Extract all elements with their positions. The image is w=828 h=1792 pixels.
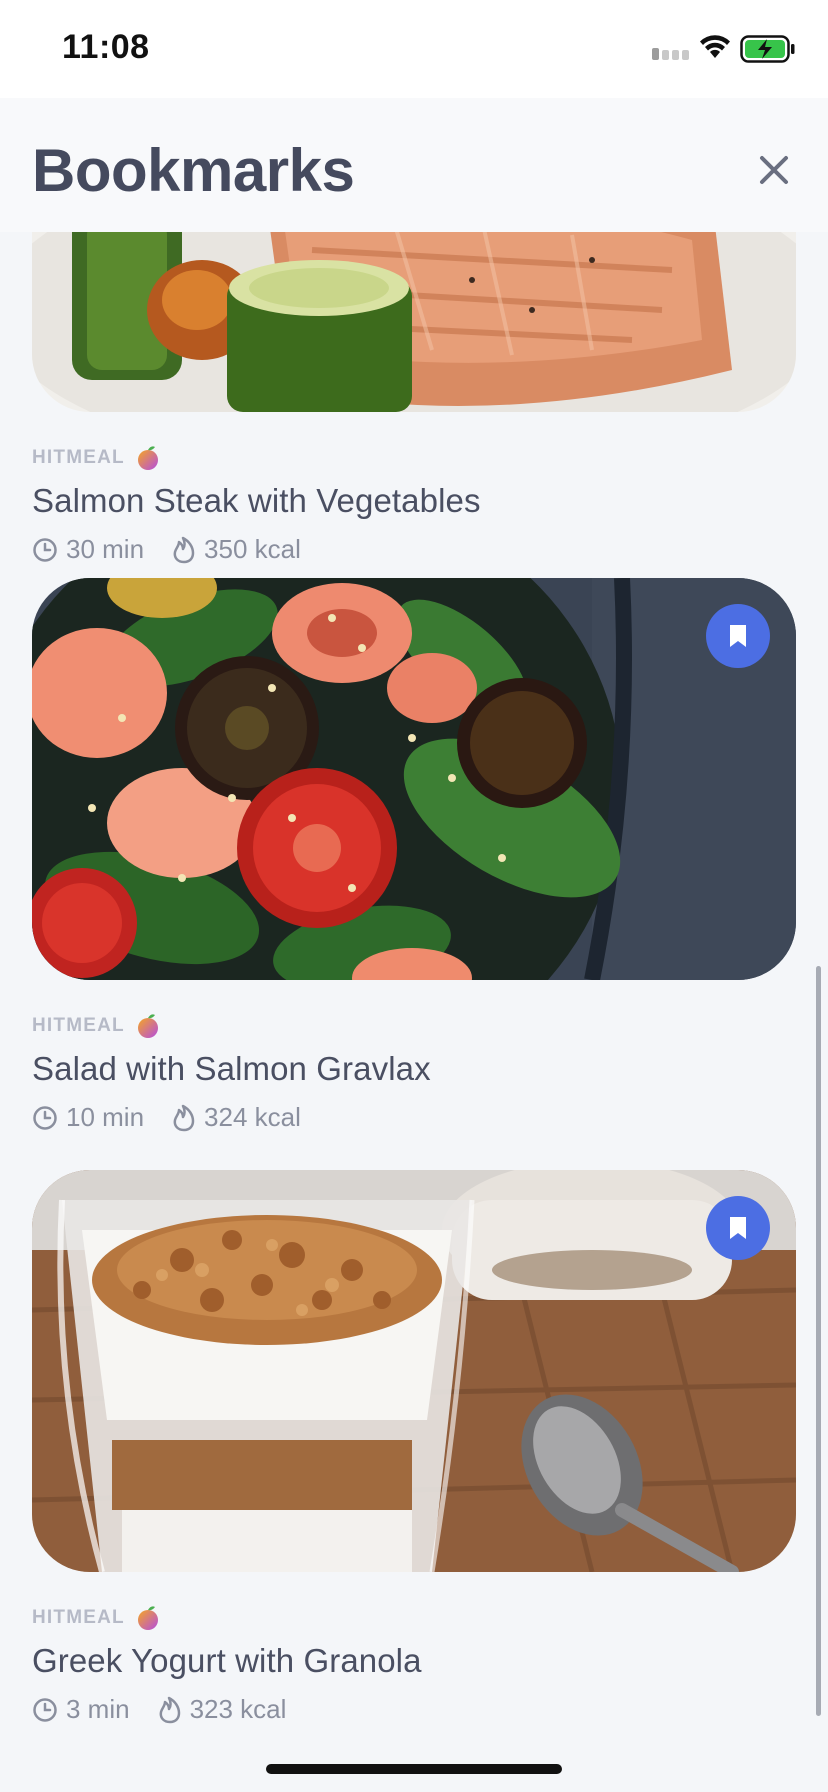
cook-time: 10 min (32, 1102, 144, 1133)
calories-value: 324 kcal (204, 1102, 301, 1132)
recipe-meta: 3 min 323 kcal (32, 1694, 796, 1725)
recipe-image (32, 232, 796, 412)
calories-value: 323 kcal (189, 1694, 287, 1724)
hitmeal-logo-icon (137, 1014, 158, 1038)
brand-name: HITMEAL (32, 447, 125, 468)
recipe-meta: 30 min 350 kcal (32, 534, 796, 565)
bookmark-filled-icon (730, 1217, 746, 1239)
flame-icon (173, 536, 195, 563)
brand-row: HITMEAL (32, 1604, 796, 1632)
brand-row: HITMEAL (32, 444, 796, 472)
recipe-card[interactable]: HITMEAL Salmon Steak with Vegetables 30 … (32, 232, 796, 565)
bookmark-button[interactable] (706, 604, 770, 668)
recipe-image (32, 1170, 796, 1572)
cook-time: 30 min (32, 534, 144, 565)
hitmeal-logo-icon (137, 446, 158, 470)
calories: 323 kcal (158, 1694, 287, 1725)
cook-time-value: 3 min (66, 1694, 130, 1724)
recipe-image (32, 578, 796, 980)
clock-icon (33, 1697, 57, 1722)
wifi-icon (700, 35, 730, 58)
status-bar: 11:08 (0, 0, 828, 98)
flame-icon (159, 1696, 180, 1723)
brand-name: HITMEAL (32, 1607, 125, 1628)
page-title: Bookmarks (32, 137, 355, 204)
recipe-meta: 10 min 324 kcal (32, 1102, 796, 1133)
recipe-title[interactable]: Greek Yogurt with Granola (32, 1642, 796, 1680)
recipe-card[interactable]: HITMEAL Salad with Salmon Gravlax 10 min (32, 578, 796, 1133)
cellular-signal-icon (652, 48, 689, 60)
brand-name: HITMEAL (32, 1015, 125, 1036)
status-time: 11:08 (62, 28, 150, 66)
calories-value: 350 kcal (204, 534, 301, 564)
flame-icon (173, 1104, 195, 1131)
cook-time-value: 10 min (66, 1102, 145, 1132)
bookmark-filled-icon (730, 625, 746, 647)
calories: 324 kcal (172, 1102, 301, 1133)
clock-icon (33, 1105, 57, 1130)
recipe-title[interactable]: Salad with Salmon Gravlax (32, 1050, 796, 1088)
bookmark-button[interactable] (706, 1196, 770, 1260)
cook-time-value: 30 min (66, 534, 145, 564)
brand-row: HITMEAL (32, 1012, 796, 1040)
hitmeal-logo-icon (137, 1606, 158, 1630)
close-icon (760, 156, 788, 184)
calories: 350 kcal (172, 534, 301, 565)
battery-charging-icon (740, 35, 795, 63)
scroll-indicator[interactable] (816, 966, 821, 1716)
cook-time: 3 min (32, 1694, 130, 1725)
recipe-title[interactable]: Salmon Steak with Vegetables (32, 482, 796, 520)
home-indicator[interactable] (266, 1764, 562, 1774)
close-button[interactable] (752, 148, 796, 192)
recipe-card[interactable]: HITMEAL Greek Yogurt with Granola 3 min (32, 1170, 796, 1725)
bookmarks-list[interactable]: HITMEAL Salmon Steak with Vegetables 30 … (0, 232, 828, 1792)
header: Bookmarks (0, 98, 828, 232)
clock-icon (33, 537, 57, 562)
